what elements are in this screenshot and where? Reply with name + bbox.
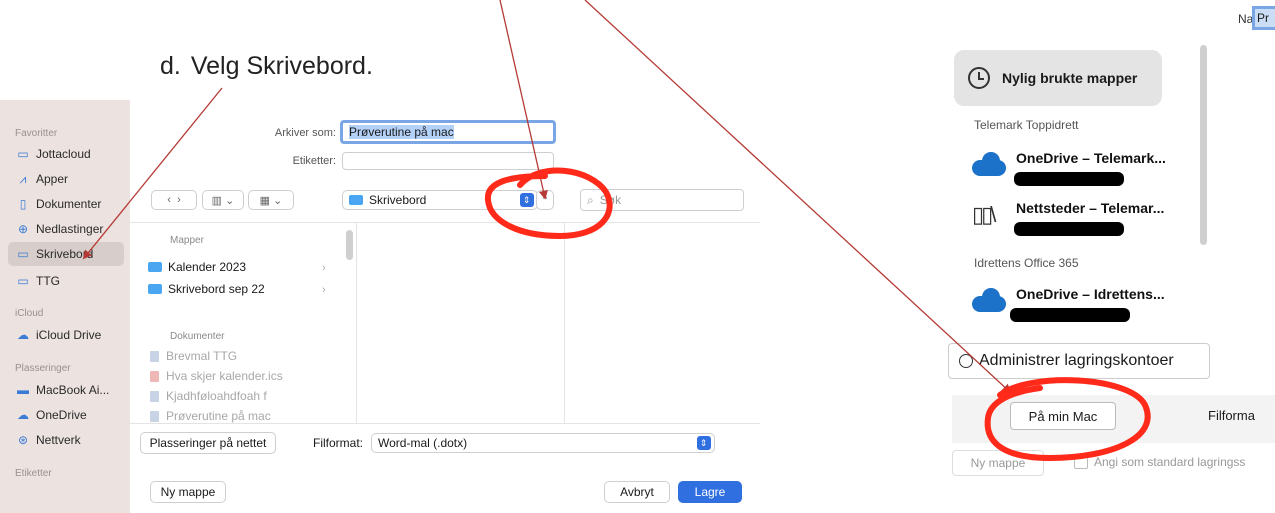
arrow-to-expand-button xyxy=(499,0,548,200)
red-circle-expand xyxy=(484,167,613,240)
arrow-to-skrivebord xyxy=(82,87,223,260)
annotation-overlay xyxy=(82,0,1151,462)
red-circle-on-my-mac xyxy=(984,377,1151,462)
arrow-to-on-my-mac xyxy=(584,0,1012,394)
